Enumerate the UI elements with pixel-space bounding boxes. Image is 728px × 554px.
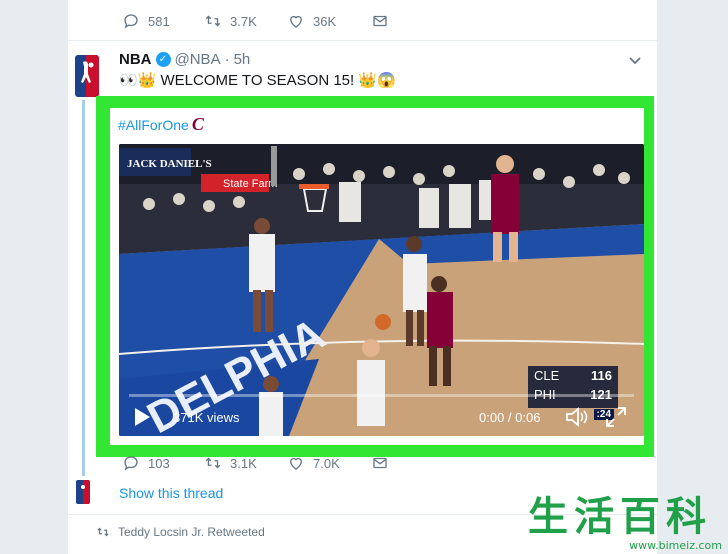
like-action[interactable]: 36K <box>287 12 336 30</box>
small-avatar[interactable] <box>76 480 90 504</box>
watermark-char: 科 <box>666 494 706 540</box>
team-name: CLE <box>534 368 560 383</box>
retweet-action[interactable]: 3.7K <box>204 12 257 30</box>
watermark-char: 生 <box>528 494 568 540</box>
fullscreen-icon[interactable] <box>605 406 627 428</box>
verified-icon: ✓ <box>155 52 171 67</box>
message-icon <box>373 15 387 27</box>
retweet-count: 3.1K <box>230 455 257 471</box>
tweet-media-card: #AllForOne C JACK DANIEL'S State Farm DE… <box>110 108 644 445</box>
message-action[interactable] <box>371 12 389 30</box>
reply-count: 103 <box>148 455 170 471</box>
retweet-icon <box>205 15 221 27</box>
retweet-count: 3.7K <box>230 13 257 29</box>
progress-bar[interactable] <box>129 394 634 397</box>
divider <box>68 40 657 41</box>
like-count: 36K <box>313 13 337 29</box>
watermark-char: 活 <box>574 494 614 540</box>
nba-logo <box>75 55 99 97</box>
hashtag-link[interactable]: #AllForOne C <box>118 114 204 135</box>
view-count: 371K views <box>173 410 240 425</box>
chevron-down-icon[interactable] <box>628 54 642 68</box>
video-time: 0:00 / 0:06 <box>479 410 541 425</box>
like-action[interactable]: 7.0K <box>287 454 340 472</box>
like-icon <box>290 457 302 470</box>
message-action[interactable] <box>371 454 389 472</box>
watermark: 生 活 百 科 www.bimeiz.com <box>528 494 728 554</box>
sponsor-jack-daniels: JACK DANIEL'S <box>127 158 212 170</box>
retweeted-by-text[interactable]: Teddy Locsin Jr. Retweeted <box>118 525 265 539</box>
cavaliers-emoji: C <box>191 114 204 134</box>
reply-action[interactable]: 103 <box>122 454 170 472</box>
team-points: 116 <box>591 368 612 383</box>
thread-line <box>82 100 85 476</box>
reply-count: 581 <box>148 13 170 29</box>
video-player[interactable]: JACK DANIEL'S State Farm DELPHIA CLE 116… <box>119 144 644 436</box>
retweet-action[interactable]: 3.1K <box>204 454 257 472</box>
watermark-chars: 生 活 百 科 <box>528 494 728 540</box>
handle[interactable]: @NBA <box>175 51 221 68</box>
show-thread-link[interactable]: Show this thread <box>119 485 223 501</box>
watermark-url: www.bimeiz.com <box>629 539 722 552</box>
volume-icon[interactable] <box>565 406 589 428</box>
timestamp[interactable]: 5h <box>234 51 251 68</box>
retweet-icon <box>97 527 109 537</box>
display-name[interactable]: NBA <box>119 51 152 68</box>
separator: · <box>224 51 230 68</box>
avatar[interactable] <box>74 54 100 98</box>
watermark-char: 百 <box>620 494 660 540</box>
reply-icon <box>124 14 138 29</box>
score-row-cle: CLE 116 <box>528 366 618 385</box>
reply-action[interactable]: 581 <box>122 12 170 30</box>
like-icon <box>290 15 302 28</box>
like-count: 7.0K <box>313 455 340 471</box>
retweet-icon <box>205 457 221 469</box>
retweeted-by: Teddy Locsin Jr. Retweeted <box>96 525 265 539</box>
tweet-author[interactable]: NBA ✓ @NBA · 5h <box>119 51 250 68</box>
hashtag-text[interactable]: #AllForOne <box>118 117 189 133</box>
play-icon[interactable] <box>131 406 153 428</box>
message-icon <box>373 457 387 469</box>
reply-icon <box>124 456 138 471</box>
sponsor-statefarm: State Farm <box>223 178 277 190</box>
tweet-text: 👀👑 WELCOME TO SEASON 15! 👑😱 <box>119 72 396 89</box>
video-controls: 371K views 0:00 / 0:06 <box>119 392 644 436</box>
